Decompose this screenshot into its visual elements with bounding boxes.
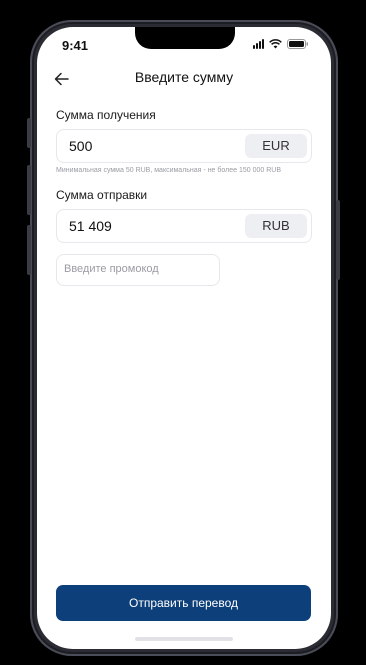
wifi-icon xyxy=(269,39,282,49)
status-time: 9:41 xyxy=(62,38,89,53)
send-amount-field[interactable]: 51 409 RUB xyxy=(56,209,312,243)
status-icons xyxy=(253,39,309,49)
receive-amount-value: 500 xyxy=(69,138,93,154)
receive-amount-label: Сумма получения xyxy=(56,108,156,122)
mute-switch xyxy=(27,118,31,148)
amount-limits-hint: Минимальная сумма 50 RUB, максимальная -… xyxy=(56,167,281,174)
receive-amount-field[interactable]: 500 EUR xyxy=(56,129,312,163)
send-amount-label: Сумма отправки xyxy=(56,188,148,202)
home-indicator xyxy=(135,637,233,641)
page-title: Введите сумму xyxy=(134,69,234,85)
power-button xyxy=(336,200,340,280)
phone-screen: 9:41 Введите сумму Сумма получения 500 E… xyxy=(37,27,331,649)
battery-icon xyxy=(287,39,309,49)
notch xyxy=(135,27,235,49)
send-transfer-button[interactable]: Отправить перевод xyxy=(56,585,311,621)
promo-code-input[interactable] xyxy=(64,263,212,275)
volume-up-button xyxy=(27,165,31,215)
send-amount-value: 51 409 xyxy=(69,218,112,234)
send-currency-selector[interactable]: RUB xyxy=(245,214,307,238)
receive-currency-selector[interactable]: EUR xyxy=(245,134,307,158)
volume-down-button xyxy=(27,225,31,275)
promo-code-field[interactable] xyxy=(56,254,220,286)
signal-icon xyxy=(253,39,264,49)
header: Введите сумму xyxy=(37,65,331,95)
